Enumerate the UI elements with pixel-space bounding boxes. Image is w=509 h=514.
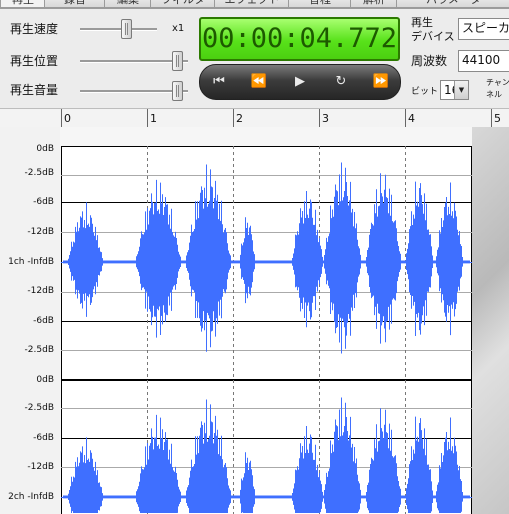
tab-parameters[interactable]: パラメータ: [396, 0, 509, 8]
tab-record[interactable]: 録音: [44, 0, 106, 8]
db-label: -6dB: [33, 316, 54, 326]
tab-effect[interactable]: エフェクト: [214, 0, 290, 8]
db-label: -12dB: [27, 227, 54, 237]
speed-label: 再生速度: [10, 22, 59, 36]
tab-bar: 再生 録音 編集 フィルタ エフェクト 音程 解析 パラメータ: [0, 0, 509, 9]
db-label: 0dB: [36, 375, 54, 385]
chevron-down-icon: ▼: [454, 81, 468, 99]
skip-to-start-icon[interactable]: ⏮: [202, 69, 236, 95]
device-label-2: デバイス: [411, 30, 455, 43]
db-label: -12dB: [27, 286, 54, 296]
frequency-value: 44100: [462, 53, 501, 67]
ruler-major-tick: [233, 109, 234, 127]
tab-pitch[interactable]: 音程: [288, 0, 352, 8]
db-scale: 0dB -2.5dB -6dB -12dB 1ch -InfdB -12dB -…: [0, 127, 60, 514]
channel-2-label: 2ch -InfdB: [8, 492, 54, 502]
ruler-label: 4: [408, 112, 415, 125]
db-label: -6dB: [33, 197, 54, 207]
ruler-label: 1: [150, 112, 157, 125]
frequency-label: 周波数: [411, 54, 448, 68]
ruler-label: 5: [494, 112, 501, 125]
tab-analysis[interactable]: 解析: [350, 0, 398, 8]
frequency-field[interactable]: 44100: [458, 50, 509, 72]
device-select[interactable]: スピーカー: [458, 18, 509, 40]
position-slider-thumb[interactable]: [172, 51, 183, 71]
channel-1-label: 1ch -InfdB: [8, 257, 54, 267]
time-ruler[interactable]: 0 1 2 3 4 5: [0, 108, 509, 128]
tab-filter[interactable]: フィルタ: [150, 0, 216, 8]
ruler-major-tick: [319, 109, 320, 127]
time-display: 00:00:04.772: [199, 17, 400, 61]
time-readout: 00:00:04.772: [201, 23, 398, 54]
speed-slider-thumb[interactable]: [121, 19, 132, 39]
play-icon[interactable]: ▶: [283, 69, 317, 95]
device-value: スピーカー: [462, 21, 509, 35]
ruler-label: 0: [64, 112, 71, 125]
db-label: -12dB: [27, 462, 54, 472]
fast-forward-icon[interactable]: ⏩: [364, 69, 398, 95]
ruler-label: 2: [236, 112, 243, 125]
rewind-icon[interactable]: ⏪: [242, 69, 276, 95]
ruler-major-tick: [491, 109, 492, 127]
db-label: -2.5dB: [24, 345, 54, 355]
speed-slider-track[interactable]: [80, 28, 157, 31]
transport-bar: ⏮ ⏪ ▶ ↻ ⏩: [199, 64, 401, 100]
ruler-major-tick: [147, 109, 148, 127]
tab-playback[interactable]: 再生: [0, 0, 46, 8]
speed-value: x1: [172, 23, 185, 34]
background-decoration: [472, 127, 509, 514]
db-label: 0dB: [36, 144, 54, 154]
volume-label: 再生音量: [10, 83, 59, 97]
waveform-canvas[interactable]: [61, 146, 472, 514]
db-label: -2.5dB: [24, 168, 54, 178]
channel-label-2: ネル: [486, 90, 502, 99]
ruler-major-tick: [61, 109, 62, 127]
ruler-major-tick: [405, 109, 406, 127]
db-label: -2.5dB: [24, 403, 54, 413]
volume-slider-thumb[interactable]: [172, 81, 183, 101]
ruler-label: 3: [322, 112, 329, 125]
tab-edit[interactable]: 編集: [104, 0, 152, 8]
position-label: 再生位置: [10, 54, 59, 68]
db-label: -6dB: [33, 433, 54, 443]
bit-select[interactable]: 16 ▼: [440, 80, 469, 100]
channel-label-1: チャン: [486, 78, 509, 87]
waveform-background: [61, 146, 472, 514]
bit-label: ビット: [411, 87, 439, 97]
loop-icon[interactable]: ↻: [324, 69, 358, 95]
